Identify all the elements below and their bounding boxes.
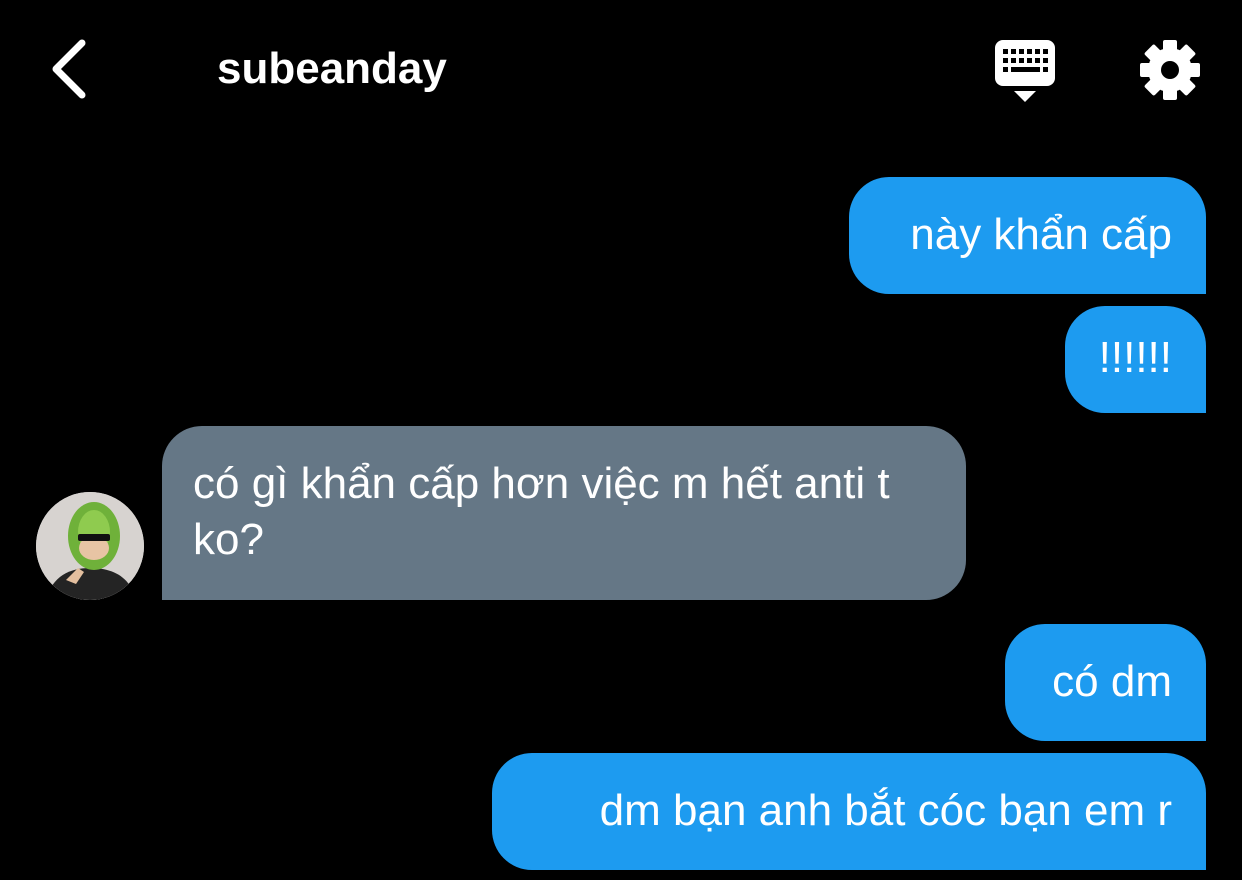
conversation-title[interactable]: subeanday [217,42,447,96]
settings-button[interactable] [1136,36,1204,104]
gear-icon [1140,40,1200,100]
keyboard-icon [995,40,1055,102]
received-message-bubble[interactable]: có gì khẩn cấp hơn việc m hết anti t ko? [162,426,966,600]
sent-message-bubble[interactable]: dm bạn anh bắt cóc bạn em r [492,753,1206,870]
sent-message-bubble[interactable]: !!!!!! [1065,306,1206,413]
chevron-left-icon [52,39,86,99]
dm-conversation-screen: subeanday này khẩn cấp !!!!!! có gì khẩn… [0,0,1242,880]
conversation-header: subeanday [0,0,1242,140]
contact-avatar[interactable] [36,492,144,600]
sent-message-bubble[interactable]: có dm [1005,624,1206,741]
sent-message-bubble[interactable]: này khẩn cấp [849,177,1206,294]
keyboard-toggle-button[interactable] [990,38,1060,106]
back-button[interactable] [36,34,100,104]
avatar-image [36,492,144,600]
